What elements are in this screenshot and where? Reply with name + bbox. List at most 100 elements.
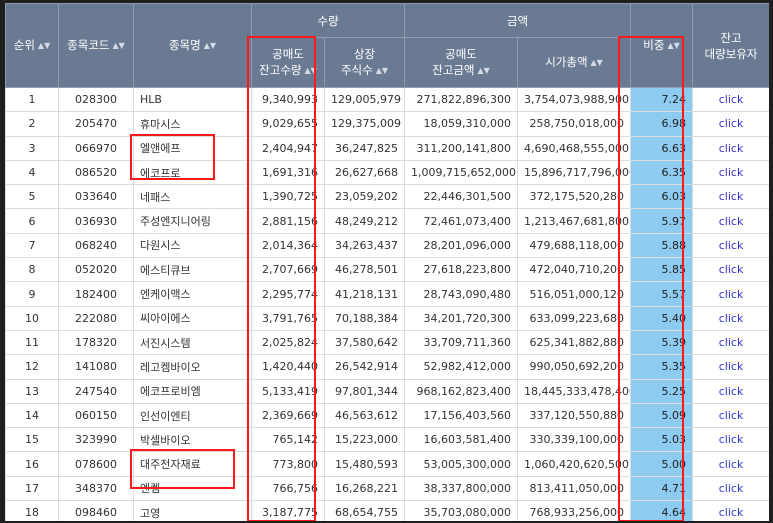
market-cap-cell: 4,690,468,555,000: [517, 135, 632, 161]
header-short-qty[interactable]: 공매도 잔고수량 ▲▼: [251, 37, 325, 88]
sort-icon[interactable]: ▲▼: [38, 41, 50, 50]
rank-cell: 15: [5, 427, 59, 453]
short-amount-cell: 38,337,800,000: [404, 475, 519, 502]
header-code[interactable]: 종목코드 ▲▼: [58, 3, 134, 88]
holder-link[interactable]: click: [692, 427, 769, 453]
name-cell: 엔케이맥스: [133, 281, 252, 307]
short-amount-cell: 18,059,310,000: [404, 111, 519, 137]
rank-cell: 9: [5, 281, 59, 307]
listed-shares-cell: 70,188,384: [323, 305, 406, 331]
holder-link[interactable]: click: [692, 281, 769, 307]
market-cap-cell: 516,051,000,120: [517, 281, 632, 307]
holder-link[interactable]: click: [692, 184, 769, 210]
market-cap-cell: 813,411,050,000: [517, 475, 632, 502]
short-qty-cell: 1,420,440: [251, 354, 325, 380]
market-cap-cell: 18,445,333,478,400: [517, 378, 632, 404]
name-cell: 휴마시스: [133, 111, 252, 137]
short-qty-cell: 1,390,725: [251, 184, 325, 210]
market-cap-cell: 3,754,073,988,900: [517, 86, 632, 113]
sort-icon[interactable]: ▲▼: [204, 41, 216, 50]
code-cell: 086520: [58, 159, 134, 186]
table-row: 10 222080 씨아이에스 3,791,765 70,188,384 34,201,7…: [5, 305, 769, 331]
holder-link[interactable]: click: [692, 329, 769, 356]
code-cell: 078600: [58, 451, 134, 477]
weight-cell: 5.88: [630, 232, 694, 259]
header-rank[interactable]: 순위 ▲▼: [5, 3, 59, 88]
holder-link[interactable]: click: [692, 475, 769, 502]
holder-link[interactable]: click: [692, 208, 769, 234]
rank-cell: 2: [5, 111, 59, 137]
sort-icon[interactable]: ▲▼: [376, 66, 388, 75]
code-cell: 141080: [58, 354, 134, 380]
short-qty-cell: 766,756: [251, 475, 325, 502]
name-cell: 네패스: [133, 184, 252, 210]
holder-link[interactable]: click: [692, 159, 769, 186]
sort-icon[interactable]: ▲▼: [305, 66, 317, 75]
holder-link[interactable]: click: [692, 402, 769, 429]
sort-icon[interactable]: ▲▼: [667, 41, 679, 50]
holder-link[interactable]: click: [692, 86, 769, 113]
code-cell: 033640: [58, 184, 134, 210]
name-cell: 에스티큐브: [133, 257, 252, 283]
holder-link[interactable]: click: [692, 305, 769, 331]
listed-shares-cell: 46,563,612: [323, 402, 406, 429]
holder-link[interactable]: click: [692, 500, 769, 521]
holder-link[interactable]: click: [692, 111, 769, 137]
weight-cell: 4.64: [630, 500, 694, 521]
name-cell: 엘앤에프: [133, 135, 252, 161]
holder-link[interactable]: click: [692, 354, 769, 380]
table-row: 1 028300 HLB 9,340,993 129,005,979 271,822,89…: [5, 86, 769, 113]
short-qty-cell: 9,340,993: [251, 86, 325, 113]
weight-cell: 6.98: [630, 111, 694, 137]
table-row: 7 068240 다원시스 2,014,364 34,263,437 28,201,096…: [5, 232, 769, 259]
rank-cell: 11: [5, 329, 59, 356]
sort-icon[interactable]: ▲▼: [591, 58, 603, 67]
rank-cell: 13: [5, 378, 59, 404]
rank-cell: 3: [5, 135, 59, 161]
header-market-cap[interactable]: 시가총액 ▲▼: [517, 37, 632, 88]
code-cell: 247540: [58, 378, 134, 404]
market-cap-cell: 633,099,223,680: [517, 305, 632, 331]
table-row: 9 182400 엔케이맥스 2,295,774 41,218,131 28,743,09…: [5, 281, 769, 307]
listed-shares-cell: 15,223,000: [323, 427, 406, 453]
holder-link[interactable]: click: [692, 378, 769, 404]
rank-cell: 1: [5, 86, 59, 113]
sort-icon[interactable]: ▲▼: [478, 66, 490, 75]
header-weight[interactable]: 비중 ▲▼: [630, 3, 694, 88]
holder-link[interactable]: click: [692, 232, 769, 259]
short-amount-cell: 968,162,823,400: [404, 378, 519, 404]
holder-link[interactable]: click: [692, 451, 769, 477]
rank-cell: 14: [5, 402, 59, 429]
holder-link[interactable]: click: [692, 135, 769, 161]
listed-shares-cell: 15,480,593: [323, 451, 406, 477]
header-short-amount[interactable]: 공매도 잔고금액 ▲▼: [404, 37, 519, 88]
weight-cell: 6.63: [630, 135, 694, 161]
short-selling-table-panel: 순위 ▲▼ 종목코드 ▲▼ 종목명 ▲▼ 수량 금액 비중 ▲▼ 잔고 대량보유자 공매도…: [5, 3, 769, 521]
code-cell: 222080: [58, 305, 134, 331]
code-cell: 052020: [58, 257, 134, 283]
listed-shares-cell: 48,249,212: [323, 208, 406, 234]
table-row: 11 178320 서진시스템 2,025,824 37,580,642 33,709,7…: [5, 329, 769, 356]
short-amount-cell: 53,005,300,000: [404, 451, 519, 477]
sort-icon[interactable]: ▲▼: [113, 41, 125, 50]
listed-shares-cell: 23,059,202: [323, 184, 406, 210]
name-cell: 박셀바이오: [133, 427, 252, 453]
header-name[interactable]: 종목명 ▲▼: [133, 3, 252, 88]
short-qty-cell: 2,014,364: [251, 232, 325, 259]
market-cap-cell: 472,040,710,200: [517, 257, 632, 283]
holder-link[interactable]: click: [692, 257, 769, 283]
rank-cell: 17: [5, 475, 59, 502]
rank-cell: 5: [5, 184, 59, 210]
header-listed-shares[interactable]: 상장 주식수 ▲▼: [323, 37, 406, 88]
table-row: 18 098460 고영 3,187,775 68,654,755 35,703,080,…: [5, 500, 769, 521]
short-qty-cell: 2,025,824: [251, 329, 325, 356]
rank-cell: 12: [5, 354, 59, 380]
listed-shares-cell: 46,278,501: [323, 257, 406, 283]
table-row: 16 078600 대주전자재료 773,800 15,480,593 53,005,30…: [5, 451, 769, 477]
short-amount-cell: 34,201,720,300: [404, 305, 519, 331]
listed-shares-cell: 36,247,825: [323, 135, 406, 161]
table-row: 15 323990 박셀바이오 765,142 15,223,000 16,603,581…: [5, 427, 769, 453]
rank-cell: 7: [5, 232, 59, 259]
weight-cell: 5.25: [630, 378, 694, 404]
weight-cell: 5.85: [630, 257, 694, 283]
